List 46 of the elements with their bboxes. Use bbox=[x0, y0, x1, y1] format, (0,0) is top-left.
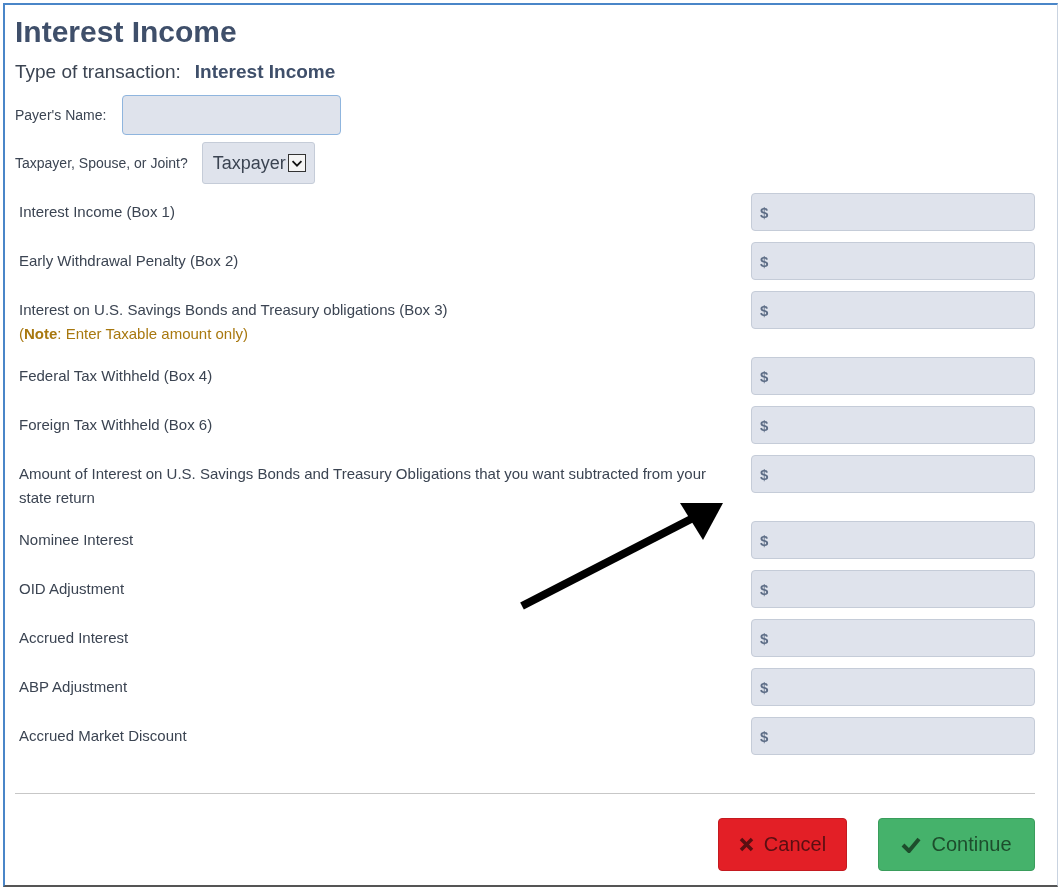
field-label: Taxpayer, Spouse, or Joint? bbox=[15, 155, 188, 171]
dollar-sign: $ bbox=[760, 252, 769, 270]
amount-field[interactable]: $ bbox=[751, 406, 1035, 444]
amount-field[interactable]: $ bbox=[751, 717, 1035, 755]
amount-field[interactable]: $ bbox=[751, 521, 1035, 559]
field-label: Interest Income (Box 1) bbox=[19, 202, 176, 222]
field-label: Nominee Interest bbox=[19, 530, 135, 550]
field-label: ABP Adjustment bbox=[19, 677, 129, 697]
continue-button[interactable]: Continue bbox=[878, 818, 1035, 871]
note-text: (Note: Enter Taxable amount only) bbox=[19, 324, 249, 344]
field-label: OID Adjustment bbox=[19, 579, 126, 599]
field-label: Amount of Interest on U.S. Savings Bonds and Treasury Obligations that you want subtracted from your state return bbox=[19, 464, 708, 508]
amount-field[interactable]: $ bbox=[751, 291, 1035, 329]
page-title: Interest Income bbox=[15, 14, 238, 50]
cancel-button[interactable]: Cancel bbox=[718, 818, 847, 871]
field-label: Early Withdrawal Penalty (Box 2) bbox=[19, 251, 240, 271]
dollar-sign: $ bbox=[760, 203, 769, 221]
field-label: Accrued Market Discount bbox=[19, 726, 188, 746]
dollar-sign: $ bbox=[760, 416, 769, 434]
amount-field[interactable]: $ bbox=[751, 242, 1035, 280]
field-label: Federal Tax Withheld (Box 4) bbox=[19, 366, 214, 386]
payer-name-field[interactable] bbox=[122, 95, 342, 135]
transaction-type: Interest Income bbox=[194, 61, 336, 83]
dollar-sign: $ bbox=[760, 580, 769, 598]
amount-field[interactable]: $ bbox=[751, 619, 1035, 657]
dollar-sign: $ bbox=[760, 367, 769, 385]
transaction-label: Type of transaction: bbox=[15, 61, 181, 83]
dollar-sign: $ bbox=[760, 531, 769, 549]
owner-dropdown[interactable]: Taxpayer bbox=[201, 142, 315, 184]
caret-icon bbox=[287, 154, 306, 172]
amount-field[interactable]: $ bbox=[751, 570, 1035, 608]
field-label: Interest on U.S. Savings Bonds and Treasury obligations (Box 3) bbox=[19, 300, 449, 320]
field-label: Foreign Tax Withheld (Box 6) bbox=[19, 415, 214, 435]
dollar-sign: $ bbox=[760, 301, 769, 319]
amount-field[interactable]: $ bbox=[751, 668, 1035, 706]
dollar-sign: $ bbox=[760, 727, 769, 745]
amount-field[interactable]: $ bbox=[751, 193, 1035, 231]
field-label: Accrued Interest bbox=[19, 628, 130, 648]
close-icon bbox=[738, 837, 754, 852]
dollar-sign: $ bbox=[760, 629, 769, 647]
amount-field[interactable]: $ bbox=[751, 357, 1035, 395]
amount-field[interactable]: $ bbox=[751, 455, 1035, 493]
checkmark-icon bbox=[901, 836, 922, 853]
dollar-sign: $ bbox=[760, 465, 769, 483]
field-label: Payer's Name: bbox=[15, 107, 107, 123]
dollar-sign: $ bbox=[760, 678, 769, 696]
